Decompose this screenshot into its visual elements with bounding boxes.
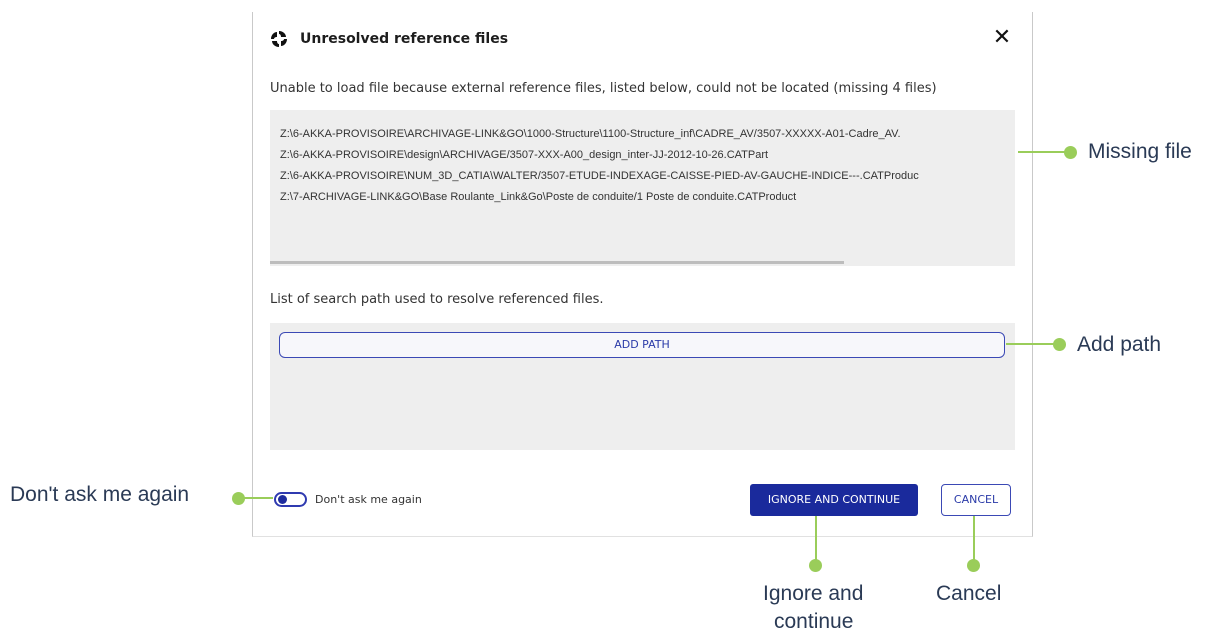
dont-ask-callout: Don't ask me again	[10, 483, 190, 506]
horizontal-scrollbar[interactable]	[270, 261, 844, 264]
toggle-knob	[278, 495, 287, 504]
dont-ask-toggle-row[interactable]: Don't ask me again	[274, 492, 422, 507]
dialog-title: Unresolved reference files	[300, 31, 509, 47]
dont-ask-label: Don't ask me again	[315, 493, 422, 506]
add-path-callout-dot	[1053, 338, 1066, 351]
add-path-button[interactable]: ADD PATH	[279, 332, 1005, 358]
dont-ask-callout-line	[240, 497, 273, 499]
cancel-callout: Cancel	[936, 582, 1002, 605]
cancel-button[interactable]: CANCEL	[941, 484, 1011, 516]
missing-file-item: Z:\7-ARCHIVAGE-LINK&GO\Base Roulante_Lin…	[280, 191, 797, 203]
app-logo-icon	[270, 30, 288, 48]
add-path-callout: Add path	[1077, 333, 1162, 356]
close-icon[interactable]: ✕	[990, 26, 1014, 50]
cancel-callout-dot	[967, 559, 980, 572]
missing-files-list[interactable]: Z:\6-AKKA-PROVISOIRE\ARCHIVAGE-LINK&GO\1…	[270, 110, 1015, 266]
missing-file-callout: Missing file	[1088, 140, 1192, 163]
ignore-and-continue-button[interactable]: IGNORE AND CONTINUE	[750, 484, 918, 516]
ignore-callout-dot	[809, 559, 822, 572]
ignore-callout-line	[815, 516, 817, 564]
error-message: Unable to load file because external ref…	[270, 81, 937, 96]
add-path-callout-line	[1006, 343, 1058, 345]
search-path-list: ADD PATH	[270, 323, 1015, 450]
dialog-header: Unresolved reference files	[270, 30, 508, 48]
missing-file-item: Z:\6-AKKA-PROVISOIRE\ARCHIVAGE-LINK&GO\1…	[280, 128, 901, 140]
dont-ask-toggle[interactable]	[274, 492, 307, 507]
missing-file-callout-dot	[1064, 146, 1077, 159]
ignore-callout-line1: Ignore and	[763, 582, 864, 605]
search-path-label: List of search path used to resolve refe…	[270, 292, 604, 307]
missing-file-callout-line	[1018, 151, 1070, 153]
cancel-callout-line	[973, 516, 975, 564]
missing-file-item: Z:\6-AKKA-PROVISOIRE\NUM_3D_CATIA\WALTER…	[280, 170, 919, 182]
ignore-callout-line2: continue	[774, 610, 854, 633]
missing-file-item: Z:\6-AKKA-PROVISOIRE\design\ARCHIVAGE/35…	[280, 149, 769, 161]
unresolved-references-dialog: Unresolved reference files ✕ Unable to l…	[252, 12, 1033, 537]
